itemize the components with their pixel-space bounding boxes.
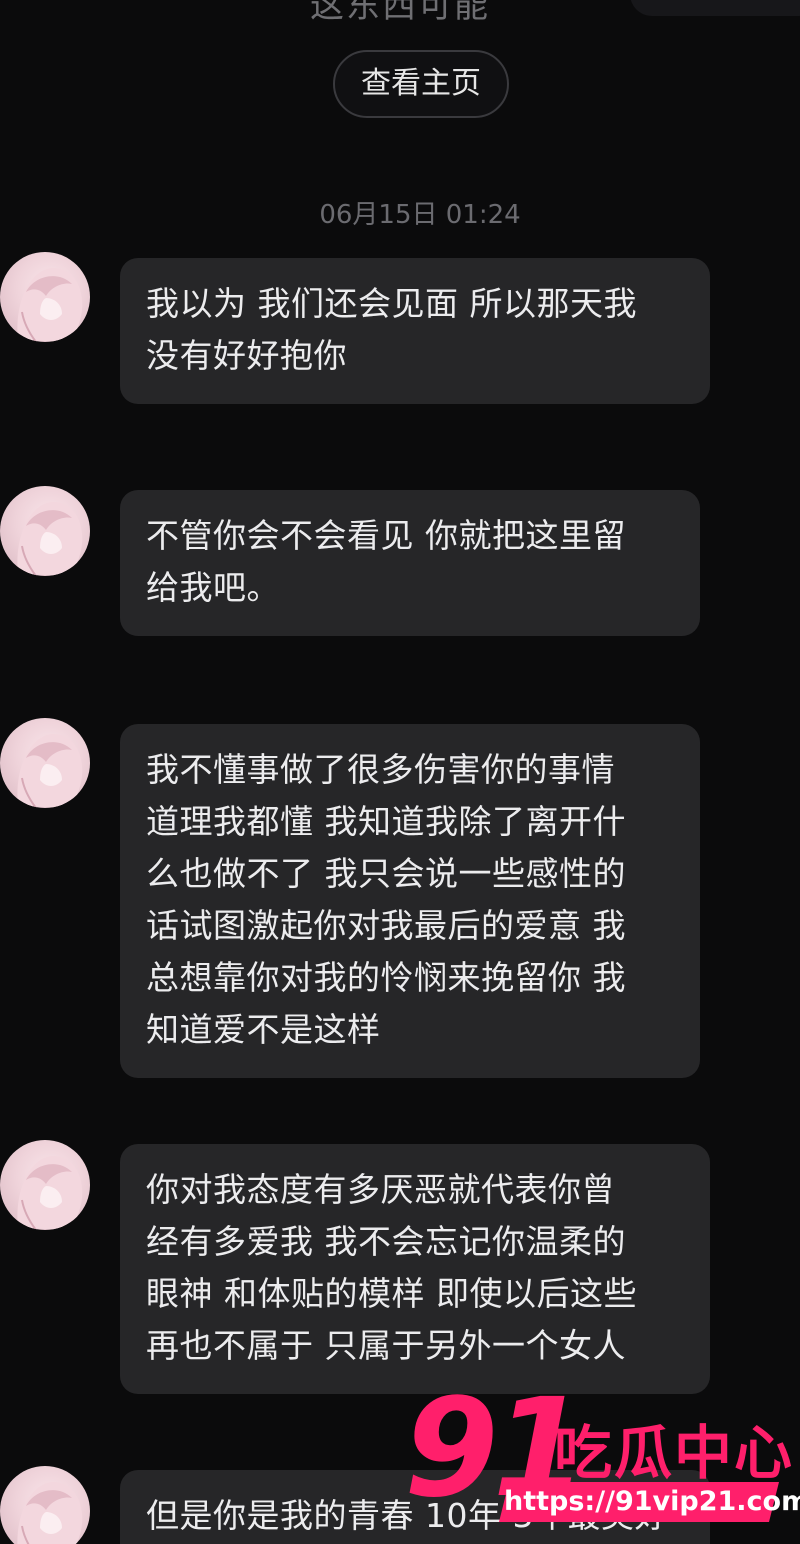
anime-girl-avatar-icon: [17, 1481, 83, 1544]
message-timestamp: 06月15日 01:24: [319, 200, 521, 230]
avatar[interactable]: [0, 486, 90, 576]
message-bubble: 你对我态度有多厌恶就代表你曾 经有多爱我 我不会忘记你温柔的 眼神 和体贴的模样…: [120, 1144, 710, 1394]
watermark-url: https://91vip21.com: [499, 1482, 800, 1522]
message-bubble: 不管你会不会看见 你就把这里留 给我吧。: [120, 490, 700, 636]
anime-girl-avatar-icon: [17, 1155, 83, 1230]
watermark-url-text: https://91vip21.com: [504, 1486, 800, 1517]
avatar[interactable]: [0, 1140, 90, 1230]
header-partial-text: 这东西可能: [310, 0, 490, 26]
message-bubble: 我以为 我们还会见面 所以那天我 没有好好抱你: [120, 258, 710, 404]
watermark-name: 吃瓜中心: [554, 1419, 795, 1487]
message-bubble: 我不懂事做了很多伤害你的事情 道理我都懂 我知道我除了离开什 么也做不了 我只会…: [120, 724, 700, 1078]
avatar[interactable]: [0, 718, 90, 808]
anime-girl-avatar-icon: [17, 267, 83, 342]
avatar[interactable]: [0, 252, 90, 342]
chat-screen: 这东西可能 查看主页 06月15日 01:24 我以为 我们还会见面 所以那天我…: [0, 0, 800, 1544]
watermark: 91 吃瓜中心 https://91vip21.com: [404, 1370, 800, 1536]
anime-girl-avatar-icon: [17, 501, 83, 576]
anime-girl-avatar-icon: [17, 733, 83, 808]
view-profile-button[interactable]: 查看主页: [333, 50, 509, 118]
avatar[interactable]: [0, 1466, 90, 1544]
